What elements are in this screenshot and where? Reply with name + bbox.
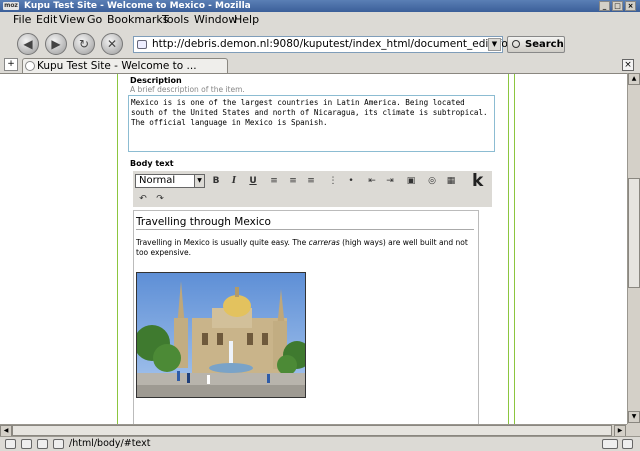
menu-bar: File Edit View Go Bookmarks Tools Window… — [0, 12, 640, 27]
paragraph-emphasis: carreras — [308, 238, 340, 247]
tab-active[interactable]: Kupu Test Site - Welcome to ... — [22, 58, 228, 73]
menu-help[interactable]: Help — [234, 13, 259, 26]
search-button[interactable]: Search — [507, 36, 565, 53]
minimize-button[interactable]: _ — [599, 1, 610, 11]
wysiwyg-editor[interactable]: Travelling through Mexico Travelling in … — [133, 210, 479, 424]
indent-icon[interactable]: ⇥ — [383, 174, 397, 188]
editor-paragraph: Travelling in Mexico is usually quite ea… — [136, 238, 468, 258]
body-text-label: Body text — [130, 159, 174, 168]
link-icon[interactable]: ◎ — [425, 174, 439, 188]
menu-tools[interactable]: Tools — [162, 13, 189, 26]
menu-edit[interactable]: Edit — [36, 13, 57, 26]
status-bar: /html/body/#text — [0, 436, 640, 451]
url-text: http://debris.demon.nl:9080/kuputest/ind… — [152, 38, 523, 50]
style-select[interactable]: Normal ▼ — [135, 174, 205, 188]
new-tab-icon[interactable]: + — [4, 58, 18, 71]
redo-icon[interactable]: ↷ — [153, 192, 167, 206]
image-icon[interactable]: ▣ — [404, 174, 418, 188]
horizontal-scroll-thumb[interactable] — [12, 425, 612, 436]
menu-bookmarks[interactable]: Bookmarks — [107, 13, 168, 26]
menu-file[interactable]: File — [13, 13, 31, 26]
tab-bar: + Kupu Test Site - Welcome to ... × — [0, 57, 640, 73]
maximize-button[interactable]: □ — [612, 1, 623, 11]
status-text: /html/body/#text — [69, 438, 151, 449]
paragraph-text: Travelling in Mexico is usually quite ea… — [136, 238, 309, 247]
table-icon[interactable]: ▦ — [444, 174, 458, 188]
page-content: Description A brief description of the i… — [0, 73, 627, 424]
ordered-list-icon[interactable]: ⋮ — [326, 174, 340, 188]
tab-favicon-icon — [25, 61, 35, 71]
bold-button[interactable]: B — [209, 174, 223, 188]
unordered-list-icon[interactable]: • — [344, 174, 358, 188]
align-right-icon[interactable]: ≡ — [304, 174, 318, 188]
menu-go[interactable]: Go — [87, 13, 102, 26]
left-border-line — [117, 74, 118, 424]
undo-icon[interactable]: ↶ — [136, 192, 150, 206]
editor-heading: Travelling through Mexico — [136, 216, 474, 230]
navigator-icon[interactable] — [5, 439, 16, 449]
description-help: A brief description of the item. — [130, 85, 245, 94]
url-input[interactable]: http://debris.demon.nl:9080/kuputest/ind… — [133, 36, 522, 53]
outdent-icon[interactable]: ⇤ — [365, 174, 379, 188]
menu-view[interactable]: View — [59, 13, 85, 26]
mozilla-app-icon: moz — [3, 2, 19, 10]
reload-icon[interactable]: ↻ — [73, 33, 95, 55]
scroll-down-icon[interactable]: ▼ — [628, 411, 640, 423]
cathedral-photo-image — [137, 273, 305, 397]
page-favicon-icon — [137, 40, 147, 49]
align-center-icon[interactable]: ≡ — [286, 174, 300, 188]
cathedral-photo[interactable] — [136, 272, 306, 398]
back-icon[interactable]: ◀ — [17, 33, 39, 55]
align-left-icon[interactable]: ≡ — [267, 174, 281, 188]
scroll-up-icon[interactable]: ▲ — [628, 73, 640, 85]
menu-window[interactable]: Window — [194, 13, 237, 26]
security-lock-icon — [622, 439, 633, 449]
mail-icon[interactable] — [21, 439, 32, 449]
chat-icon[interactable] — [37, 439, 48, 449]
kupu-logo: k — [472, 171, 484, 191]
underline-button[interactable]: U — [246, 174, 260, 188]
search-icon — [512, 40, 520, 48]
window-titlebar[interactable]: moz Kupu Test Site - Welcome to Mexico -… — [0, 0, 640, 12]
vertical-scroll-thumb[interactable] — [628, 178, 640, 288]
style-select-value: Normal — [139, 175, 176, 186]
composer-icon[interactable] — [53, 439, 64, 449]
italic-button[interactable]: I — [227, 174, 241, 188]
window-title: Kupu Test Site - Welcome to Mexico - Moz… — [24, 1, 251, 11]
right-border-line — [508, 74, 509, 424]
horizontal-scrollbar[interactable]: ◀ ▶ — [0, 424, 627, 437]
search-button-label: Search — [525, 39, 564, 50]
editor-toolbar: Normal ▼ B I U ≡ ≡ ≡ ⋮ • ⇤ ⇥ ▣ ◎ ▦ k ↶ ↷ — [133, 171, 492, 207]
forward-icon[interactable]: ▶ — [45, 33, 67, 55]
url-dropdown-icon[interactable]: ▼ — [488, 38, 501, 51]
right-border-line-2 — [514, 74, 515, 424]
close-tab-icon[interactable]: × — [622, 59, 634, 71]
tab-label: Kupu Test Site - Welcome to ... — [37, 60, 197, 72]
connection-icon — [602, 439, 618, 449]
vertical-scrollbar[interactable]: ▲ ▼ — [627, 73, 640, 424]
style-dropdown-icon: ▼ — [194, 175, 204, 187]
description-textarea[interactable]: Mexico is is one of the largest countrie… — [128, 95, 495, 152]
close-window-button[interactable]: × — [625, 1, 636, 11]
stop-icon[interactable]: ✕ — [101, 33, 123, 55]
description-label: Description — [130, 76, 182, 85]
